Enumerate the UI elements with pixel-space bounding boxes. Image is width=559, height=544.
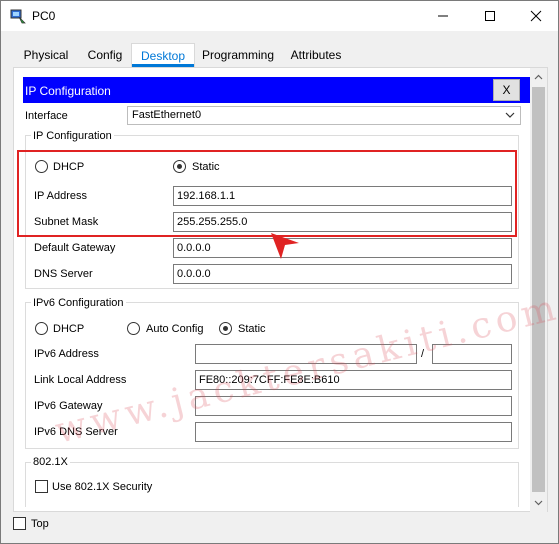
ipv6-static-radio[interactable]: [219, 322, 232, 335]
desktop-content: IP Configuration X Interface FastEtherne…: [13, 67, 548, 513]
tab-physical[interactable]: Physical: [13, 43, 79, 67]
dot1x-security-label: Use 802.1X Security: [52, 481, 153, 493]
link-local-address-label: Link Local Address: [34, 374, 127, 386]
minimize-button[interactable]: [420, 1, 466, 31]
ip-configuration-panel: IP Configuration X Interface FastEtherne…: [23, 77, 543, 507]
interface-select[interactable]: FastEthernet0: [127, 106, 521, 125]
pc0-window: PC0 Physical Config Desktop Programming …: [0, 0, 559, 544]
close-icon: [530, 10, 542, 22]
tab-config[interactable]: Config: [79, 43, 131, 67]
ipv6-dns-server-label: IPv6 DNS Server: [34, 426, 118, 438]
ipv6-auto-config-radio[interactable]: [127, 322, 140, 335]
chevron-down-icon: [534, 500, 543, 505]
ipv6-dhcp-label: DHCP: [53, 323, 85, 335]
window-title: PC0: [32, 9, 56, 23]
ipv6-address-field[interactable]: [195, 344, 417, 364]
ipv6-dhcp-radio[interactable]: [35, 322, 48, 335]
vertical-scrollbar[interactable]: [530, 68, 547, 513]
ipv6-address-label: IPv6 Address: [34, 348, 99, 360]
tab-desktop[interactable]: Desktop: [131, 43, 195, 67]
dns-server-field[interactable]: 0.0.0.0: [173, 264, 512, 284]
maximize-button[interactable]: [467, 1, 513, 31]
pc-app-icon: [10, 9, 26, 24]
default-gateway-field[interactable]: 0.0.0.0: [173, 238, 512, 258]
maximize-icon: [485, 11, 495, 21]
tab-programming[interactable]: Programming: [195, 43, 281, 67]
ipv6-gateway-label: IPv6 Gateway: [34, 400, 103, 412]
default-gateway-label: Default Gateway: [34, 242, 116, 254]
ipv4-group-title: IP Configuration: [31, 130, 114, 142]
prefix-separator: /: [421, 348, 425, 360]
minimize-icon: [438, 15, 448, 17]
scroll-down-button[interactable]: [530, 494, 547, 511]
chevron-down-icon: [505, 112, 515, 118]
top-checkbox[interactable]: [13, 517, 26, 530]
dot1x-group-title: 802.1X: [31, 456, 70, 468]
link-local-address-field[interactable]: FE80::209:7CFF:FE8E:B610: [195, 370, 512, 390]
tab-strip: Physical Config Desktop Programming Attr…: [13, 43, 548, 67]
tab-attributes[interactable]: Attributes: [281, 43, 351, 67]
dot1x-security-checkbox[interactable]: [35, 480, 48, 493]
ipv6-auto-config-label: Auto Config: [146, 323, 204, 335]
chevron-up-icon: [534, 74, 543, 79]
ipv6-group-title: IPv6 Configuration: [31, 297, 126, 309]
scrollbar-thumb[interactable]: [532, 87, 545, 492]
panel-title: IP Configuration: [25, 84, 111, 98]
panel-header: IP Configuration X: [23, 77, 533, 103]
close-window-button[interactable]: [513, 1, 559, 31]
annotation-arrow-icon: [271, 233, 299, 259]
scroll-up-button[interactable]: [530, 68, 547, 85]
panel-close-button[interactable]: X: [493, 79, 520, 101]
ipv6-gateway-field[interactable]: [195, 396, 512, 416]
interface-label: Interface: [25, 110, 68, 122]
ipv6-prefix-field[interactable]: [432, 344, 512, 364]
annotation-highlight-box: [17, 150, 517, 237]
title-bar[interactable]: PC0: [1, 1, 558, 31]
ipv6-static-label: Static: [238, 323, 266, 335]
ipv6-dns-server-field[interactable]: [195, 422, 512, 442]
top-label: Top: [31, 518, 49, 530]
dns-server-label: DNS Server: [34, 268, 93, 280]
